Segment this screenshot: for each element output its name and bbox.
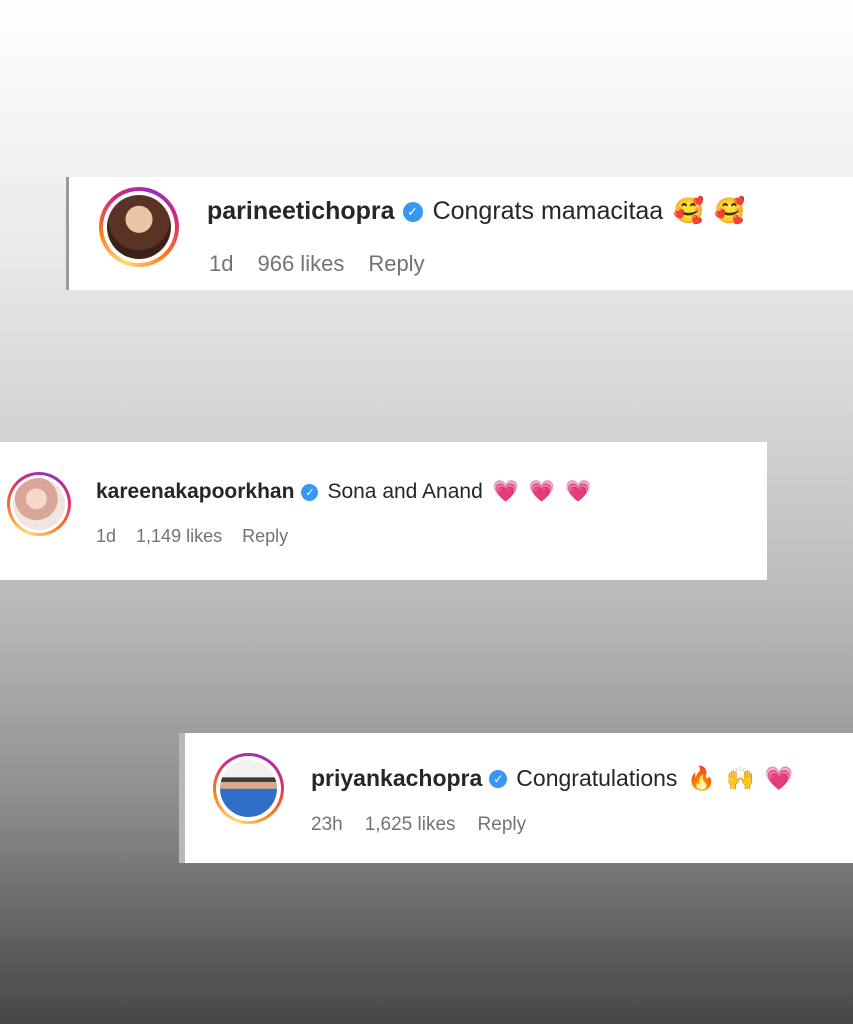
avatar-photo bbox=[13, 478, 65, 530]
avatar-photo bbox=[220, 760, 277, 817]
verified-badge-icon: ✓ bbox=[489, 769, 508, 788]
raised-hands-emoji-icon: 🙌 bbox=[726, 765, 755, 791]
avatar[interactable] bbox=[213, 753, 284, 824]
comment-text: Sona and Anand bbox=[327, 480, 483, 503]
comment-line: parineetichopra ✓ Congrats mamacitaa 🥰 🥰 bbox=[207, 197, 746, 226]
reply-button[interactable]: Reply bbox=[242, 526, 288, 547]
heart-emoji-icon: 💗 bbox=[565, 480, 592, 503]
fire-emoji-icon: 🔥 bbox=[687, 765, 717, 791]
comment-time: 23h bbox=[311, 814, 343, 835]
comment-likes[interactable]: 1,149 likes bbox=[136, 526, 222, 547]
avatar[interactable] bbox=[7, 472, 71, 536]
heart-emoji-icon: 💗 bbox=[764, 765, 794, 791]
comment-time: 1d bbox=[209, 251, 234, 276]
comment-likes[interactable]: 966 likes bbox=[257, 251, 344, 277]
comment-username[interactable]: parineetichopra bbox=[207, 197, 395, 226]
comment-meta: 1d 966 likes Reply bbox=[209, 251, 449, 277]
verified-badge-icon: ✓ bbox=[301, 483, 319, 501]
comment-meta: 1d 1,149 likes Reply bbox=[96, 526, 308, 547]
comment-time: 1d bbox=[96, 526, 117, 546]
smiling-hearts-emoji-icon: 🥰 bbox=[714, 197, 746, 225]
reply-button[interactable]: Reply bbox=[478, 814, 527, 836]
comment-line: priyankachopra ✓ Congratulations 🔥 🙌 💗 bbox=[311, 765, 793, 792]
comment-username[interactable]: kareenakapoorkhan bbox=[96, 480, 294, 504]
verified-badge-icon: ✓ bbox=[402, 201, 423, 222]
avatar-photo bbox=[107, 195, 171, 259]
comment-text: Congratulations bbox=[516, 765, 678, 791]
comment-card-parineetichopra: parineetichopra ✓ Congrats mamacitaa 🥰 🥰… bbox=[66, 177, 853, 290]
avatar[interactable] bbox=[99, 187, 179, 267]
heart-emoji-icon: 💗 bbox=[528, 480, 556, 503]
reply-button[interactable]: Reply bbox=[368, 251, 424, 277]
comment-meta: 23h 1,625 likes Reply bbox=[311, 814, 548, 836]
heart-emoji-icon: 💗 bbox=[492, 480, 519, 503]
comment-card-kareenakapoorkhan: kareenakapoorkhan ✓ Sona and Anand 💗 💗 💗… bbox=[0, 442, 767, 580]
comment-username[interactable]: priyankachopra bbox=[311, 765, 482, 792]
comment-line: kareenakapoorkhan ✓ Sona and Anand 💗 💗 💗 bbox=[96, 480, 591, 504]
comment-text: Congrats mamacitaa bbox=[432, 197, 664, 225]
smiling-hearts-emoji-icon: 🥰 bbox=[673, 197, 705, 225]
comment-likes[interactable]: 1,625 likes bbox=[365, 814, 456, 836]
comment-card-priyankachopra: priyankachopra ✓ Congratulations 🔥 🙌 💗 2… bbox=[179, 733, 853, 863]
